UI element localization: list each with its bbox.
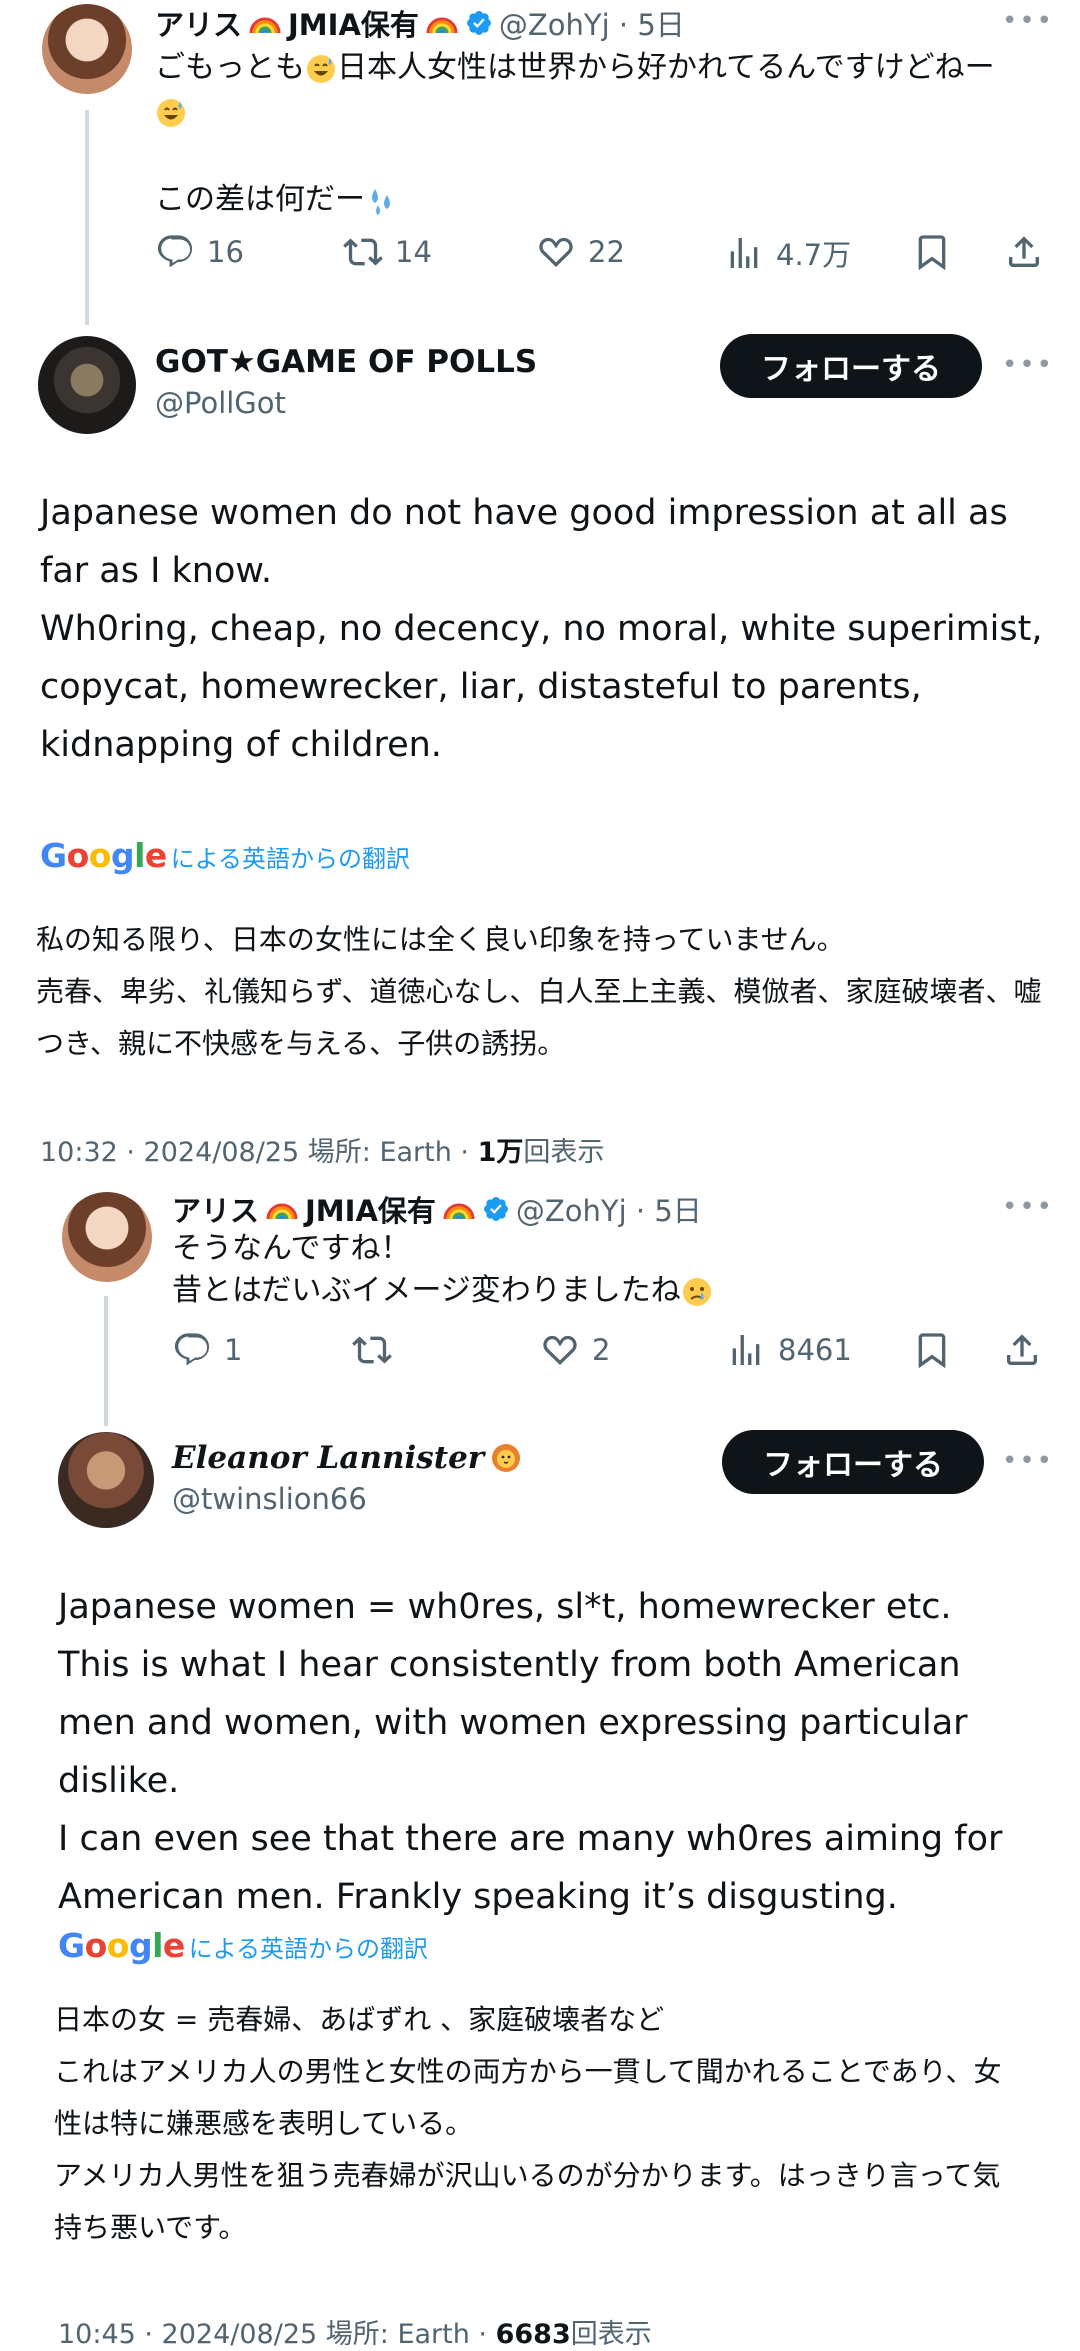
retweet-button[interactable]	[352, 1330, 404, 1370]
translate-label: による英語からの翻訳	[188, 1935, 429, 1963]
tweet1-line3: この差は何だー	[155, 182, 365, 217]
avatar-alice[interactable]	[42, 4, 132, 94]
tweet3-header: アリス JMIA保有 @ZohYj · 5日	[172, 1188, 702, 1230]
reply-button[interactable]: 16	[155, 232, 244, 272]
views-button[interactable]: 8461	[726, 1330, 852, 1370]
like-count: 22	[588, 235, 625, 269]
reply-count: 1	[224, 1333, 243, 1367]
translate-label: による英語からの翻訳	[170, 845, 411, 873]
tweet1-line1b: 日本人女性は世界から好かれてるんですけどねー	[337, 50, 995, 85]
meta-views-suffix: 回表示	[570, 2319, 652, 2350]
views-button[interactable]: 4.7万	[724, 232, 851, 274]
rainbow-icon	[442, 1197, 476, 1221]
verified-icon	[482, 1195, 510, 1223]
thread-line	[104, 1296, 108, 1426]
tweet2-translation: 私の知る限り、日本の女性には全く良い印象を持っていません。 売春、卑劣、礼儀知ら…	[36, 923, 1042, 1060]
author-handle[interactable]: @PollGot	[155, 386, 286, 420]
thread-line	[85, 110, 89, 325]
follow-button[interactable]: フォローする	[720, 334, 982, 398]
reply-button[interactable]: 1	[172, 1330, 242, 1370]
author-handle[interactable]: @twinslion66	[172, 1482, 367, 1516]
lion-emoji-icon	[490, 1442, 522, 1474]
handle-time[interactable]: @ZohYj · 5日	[516, 1188, 702, 1230]
author-name[interactable]: アリス	[155, 2, 242, 44]
views-count: 8461	[778, 1333, 852, 1367]
share-icon	[1004, 232, 1044, 272]
more-icon[interactable]: •••	[1002, 1446, 1054, 1476]
more-icon[interactable]: •••	[1002, 1192, 1054, 1222]
more-icon[interactable]: •••	[1002, 350, 1054, 380]
tweet4-translation: 日本の女 = 売春婦、あばずれ 、家庭破壊者など これはアメリカ人の男性と女性の…	[54, 2003, 1002, 2244]
meta-views[interactable]: 1万	[478, 1137, 524, 1168]
google-logo: Google	[40, 836, 167, 875]
crying-face-emoji-icon	[681, 1276, 713, 1308]
retweet-button[interactable]: 14	[343, 232, 432, 272]
sweat-drops-emoji-icon	[365, 185, 397, 217]
verified-icon	[465, 9, 493, 37]
avatar-eleanor[interactable]	[58, 1432, 154, 1528]
tweet2-meta: 10:32 · 2024/08/25 場所: Earth · 1万回表示	[40, 1130, 604, 1169]
rainbow-icon	[248, 11, 282, 35]
retweet-count: 14	[395, 235, 432, 269]
author-name-row: Eleanor Lannister	[172, 1440, 522, 1476]
like-count: 2	[592, 1333, 611, 1367]
bookmark-button[interactable]	[912, 232, 952, 272]
grinning-sweat-emoji-icon	[155, 97, 187, 129]
translation-attribution[interactable]: Google による英語からの翻訳	[40, 836, 410, 875]
meta-views-suffix: 回表示	[523, 1137, 605, 1168]
tweet3-line1: そうなんですね！	[172, 1231, 411, 1266]
bookmark-button[interactable]	[912, 1330, 952, 1370]
retweet-icon	[352, 1330, 392, 1370]
tweet4-meta: 10:45 · 2024/08/25 場所: Earth · 6683回表示	[58, 2312, 652, 2351]
share-button[interactable]	[1002, 1330, 1042, 1370]
author-name-suffix[interactable]: JMIA保有	[305, 1188, 436, 1230]
retweet-icon	[343, 232, 383, 272]
author-name[interactable]: GOT★GAME OF POLLS	[155, 344, 537, 380]
views-icon	[724, 233, 764, 273]
grinning-sweat-emoji-icon	[305, 53, 337, 85]
author-name[interactable]: アリス	[172, 1188, 259, 1230]
more-icon[interactable]: •••	[1002, 6, 1054, 36]
tweet1-line1: ごもっとも	[155, 50, 305, 85]
handle-time[interactable]: @ZohYj · 5日	[499, 2, 685, 44]
share-button[interactable]	[1004, 232, 1044, 272]
like-button[interactable]: 2	[540, 1330, 610, 1370]
follow-button[interactable]: フォローする	[722, 1430, 984, 1494]
meta-time-location: 10:45 · 2024/08/25 場所: Earth ·	[58, 2319, 496, 2350]
rainbow-icon	[265, 1197, 299, 1221]
google-logo: Google	[58, 1926, 185, 1965]
like-icon	[536, 232, 576, 272]
avatar-alice[interactable]	[62, 1192, 152, 1282]
author-name[interactable]: Eleanor Lannister	[172, 1440, 484, 1476]
avatar-got[interactable]	[38, 336, 136, 434]
tweet4-text: Japanese women = wh0res, sl*t, homewreck…	[58, 1587, 1003, 1917]
like-button[interactable]: 22	[536, 232, 625, 272]
meta-views[interactable]: 6683	[496, 2319, 571, 2350]
bookmark-icon	[912, 232, 952, 272]
like-icon	[540, 1330, 580, 1370]
tweet2-text: Japanese women do not have good impressi…	[40, 493, 1043, 765]
reply-icon	[155, 232, 195, 272]
translation-attribution[interactable]: Google による英語からの翻訳	[58, 1926, 428, 1965]
views-count: 4.7万	[776, 238, 852, 272]
reply-icon	[172, 1330, 212, 1370]
reply-count: 16	[207, 235, 244, 269]
bookmark-icon	[912, 1330, 952, 1370]
tweet3-line2: 昔とはだいぶイメージ変わりましたね	[172, 1273, 681, 1308]
meta-time-location: 10:32 · 2024/08/25 場所: Earth ·	[40, 1137, 478, 1168]
views-icon	[726, 1330, 766, 1370]
tweet1-text: ごもっとも 日本人女性は世界から好かれてるんですけどねー この差は何だー	[155, 46, 1035, 222]
author-name-suffix[interactable]: JMIA保有	[288, 2, 419, 44]
tweet3-text: そうなんですね！ 昔とはだいぶイメージ変わりましたね	[172, 1228, 1022, 1312]
share-icon	[1002, 1330, 1042, 1370]
rainbow-icon	[425, 11, 459, 35]
tweet1-header: アリス JMIA保有 @ZohYj · 5日	[155, 2, 685, 44]
